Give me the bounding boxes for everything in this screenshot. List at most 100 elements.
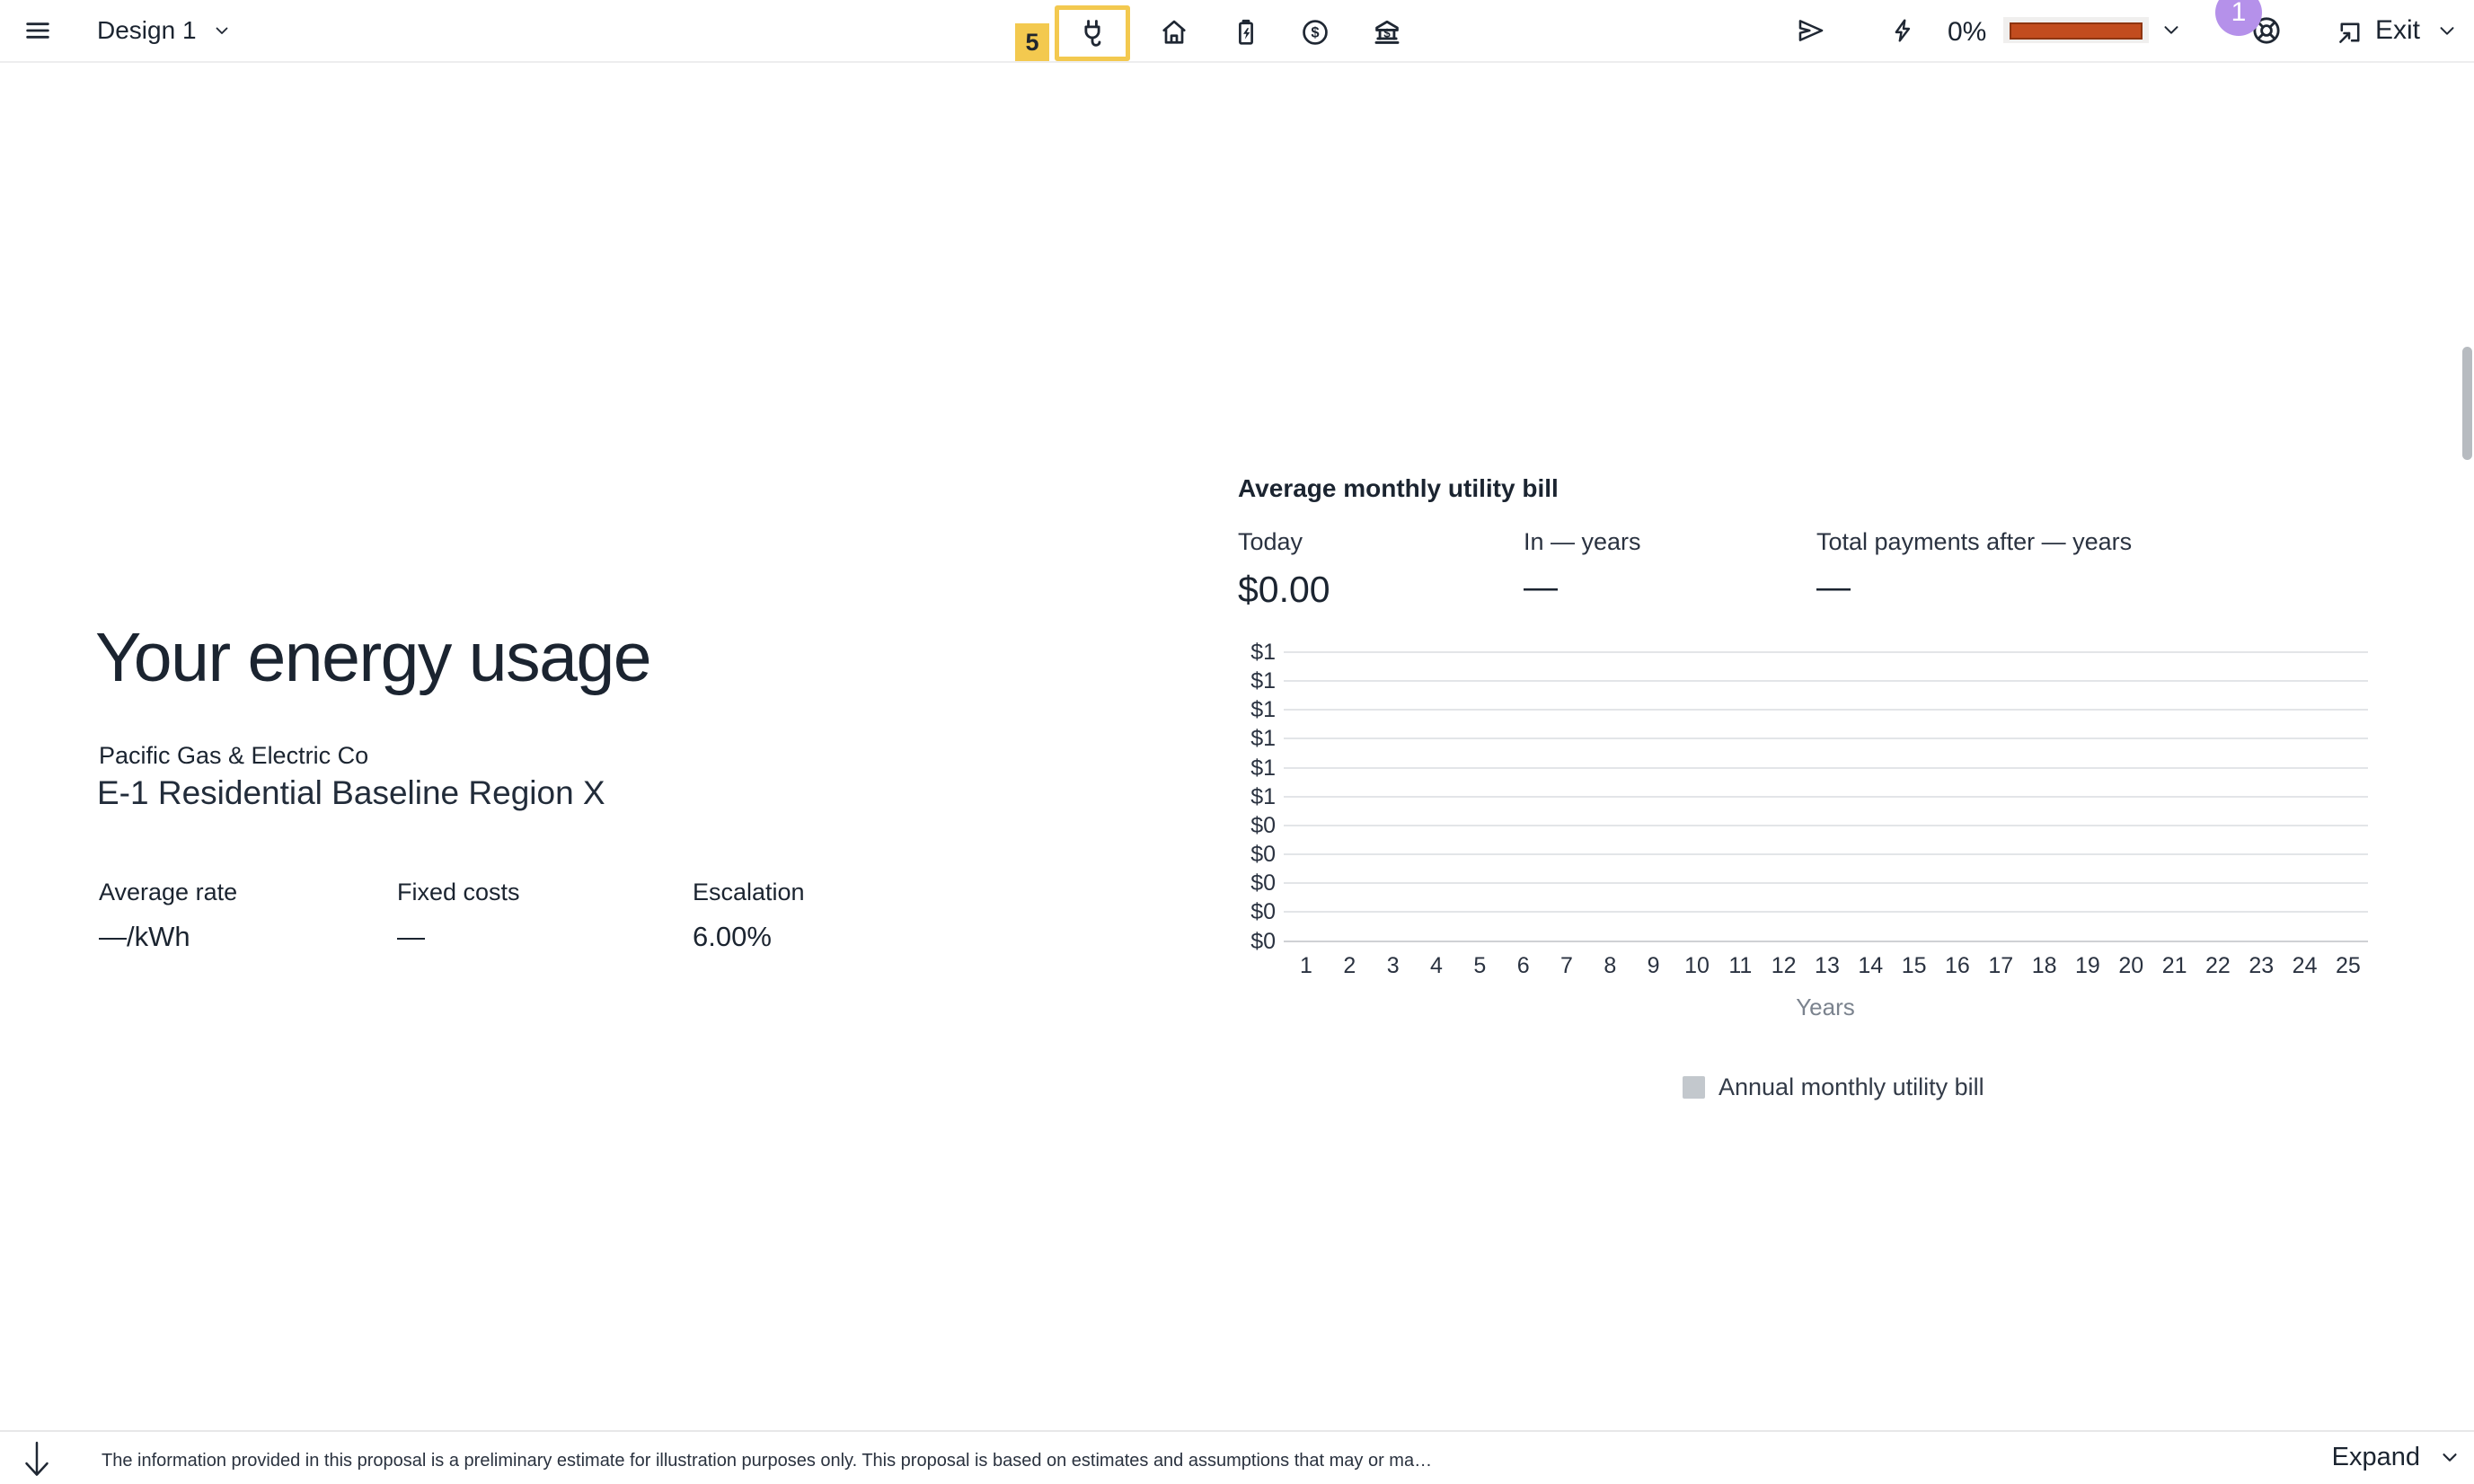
chart-x-tick-label: 23 [2240,953,2283,979]
chart-x-tick-label: 7 [1545,953,1588,979]
chevron-down-icon [2433,20,2461,43]
exit-button[interactable] [2334,16,2366,49]
chart-x-tick-label: 13 [1806,953,1849,979]
energy-offset-bar [2003,17,2149,43]
legend-swatch [1683,1076,1705,1099]
chart-x-tick-label: 24 [2284,953,2327,979]
summary-label: In — years [1524,528,1641,556]
chart-y-tick-label: $0 [1238,870,1276,897]
stat-value: — [397,921,520,953]
chart-y-tick-label: $1 [1238,755,1276,782]
down-arrow-icon [20,1441,54,1482]
chart-x-tick-label: 11 [1719,953,1762,979]
tool-pricing[interactable]: $ [1294,11,1337,54]
tool-financing[interactable]: $ [1365,11,1409,54]
summary-label: Total payments after — years [1816,528,2132,556]
stat-average-rate: Average rate —/kWh [99,879,237,953]
summary-value: $0.00 [1238,569,1330,611]
chart-x-tick-label: 19 [2066,953,2109,979]
chart-y-tick-label: $1 [1238,725,1276,752]
page-title: Your energy usage [95,620,650,696]
chart-gridline [1284,853,2368,855]
summary-value: — [1524,569,1641,607]
chart-y-tick-label: $1 [1238,639,1276,666]
energy-offset-bar-fill [2010,22,2143,40]
plug-icon [1075,16,1109,50]
tool-battery[interactable] [1224,11,1268,54]
disclaimer-bar: The information provided in this proposa… [0,1430,2474,1484]
chart-x-tick-label: 6 [1502,953,1545,979]
stat-value: —/kWh [99,921,237,953]
exit-icon [2335,17,2365,48]
disclaimer-text: The information provided in this proposa… [102,1451,1432,1471]
scroll-down-button[interactable] [20,1441,54,1482]
exit-label-button[interactable]: Exit [2375,15,2420,46]
chart-panel-title: Average monthly utility bill [1238,474,1559,503]
chart-y-tick-label: $1 [1238,667,1276,694]
chart-x-tick-label: 1 [1285,953,1328,979]
exit-menu-chevron[interactable] [2431,20,2463,43]
tool-utility-selected[interactable] [1055,5,1130,61]
design-switcher[interactable]: Design 1 [97,0,233,61]
chart-gridline [1284,680,2368,682]
chart-y-tick-label: $1 [1238,696,1276,723]
design-name: Design 1 [97,16,197,45]
summary-total-payments: Total payments after — years — [1816,528,2132,607]
chart-x-axis-title: Years [1758,994,1893,1021]
utility-name: Pacific Gas & Electric Co [99,742,368,770]
battery-icon [1230,16,1262,49]
exit-label: Exit [2375,15,2420,46]
summary-label: Today [1238,528,1330,556]
chart-x-tick-label: 21 [2153,953,2196,979]
chart-x-tick-label: 12 [1763,953,1806,979]
utility-bill-chart-plot: Years $1$1$1$1$1$1$0$0$0$0$0123456789101… [1238,639,2368,1034]
chart-legend: Annual monthly utility bill [1683,1073,1984,1101]
chart-x-tick-label: 14 [1849,953,1892,979]
rate-plan-name: E-1 Residential Baseline Region X [97,774,605,812]
stat-label: Fixed costs [397,879,520,906]
chart-y-tick-label: $1 [1238,783,1276,810]
chart-x-tick-label: 20 [2109,953,2152,979]
simulate-button[interactable] [1886,13,1919,48]
chevron-down-icon [2436,1446,2463,1470]
menu-button[interactable] [20,13,56,49]
chevron-down-icon [2158,19,2185,42]
legend-label: Annual monthly utility bill [1719,1073,1984,1101]
hamburger-icon [23,16,52,45]
chart-gridline [1284,825,2368,826]
chart-gridline [1284,911,2368,913]
stat-fixed-costs: Fixed costs — [397,879,520,953]
stat-label: Escalation [693,879,805,906]
lightning-icon [1888,14,1917,47]
chart-gridline [1284,651,2368,653]
chart-x-tick-label: 9 [1632,953,1675,979]
summary-value: — [1816,569,2132,607]
chart-x-tick-label: 18 [2023,953,2066,979]
share-proposal-button[interactable] [1795,14,1827,47]
chart-x-tick-label: 5 [1458,953,1501,979]
chart-x-tick-label: 8 [1588,953,1631,979]
chart-y-tick-label: $0 [1238,812,1276,839]
chart-x-tick-label: 17 [1979,953,2022,979]
tool-home[interactable] [1153,11,1196,54]
chart-y-tick-label: $0 [1238,898,1276,925]
chart-y-tick-label: $0 [1238,928,1276,955]
chart-x-tick-label: 22 [2196,953,2240,979]
top-toolbar: Design 1 5 [0,0,2474,63]
offset-percentage: 0% [1948,17,1986,48]
offset-dropdown-button[interactable] [2156,18,2187,43]
chart-x-tick-label: 3 [1372,953,1415,979]
svg-text:$: $ [1383,26,1391,40]
bank-icon: $ [1370,15,1404,49]
chart-gridline [1284,882,2368,884]
send-icon [1796,15,1826,46]
chart-gridline [1284,767,2368,769]
chart-gridline [1284,941,2368,942]
house-icon [1158,16,1190,49]
expand-disclaimer-button[interactable]: Expand [2332,1443,2463,1472]
vertical-scrollbar-thumb[interactable] [2462,347,2472,460]
stat-label: Average rate [99,879,237,906]
chart-gridline [1284,796,2368,798]
chart-gridline [1284,738,2368,739]
chart-x-tick-label: 2 [1328,953,1371,979]
